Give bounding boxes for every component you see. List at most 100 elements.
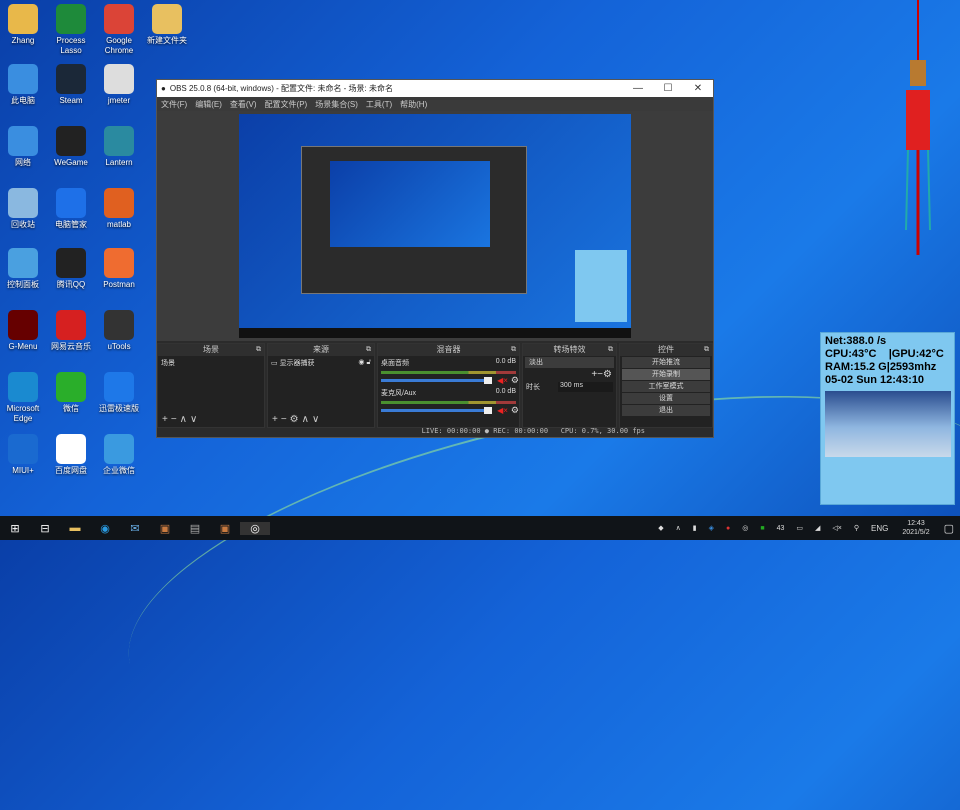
desktop-icon[interactable]: 此电脑 — [0, 64, 47, 106]
menu-scene-collection[interactable]: 场景集合(S) — [315, 99, 358, 110]
popout-icon[interactable]: ⧉ — [366, 344, 371, 356]
desktop-icon[interactable]: Postman — [95, 248, 143, 290]
transition-select[interactable]: 淡出 — [525, 357, 614, 368]
desktop-icon[interactable]: 腾讯QQ — [47, 248, 95, 290]
desktop-icon[interactable]: 新建文件夹 — [143, 4, 191, 46]
gear-icon[interactable]: ⚙ — [511, 405, 519, 416]
desktop-icon[interactable]: 电脑管家 — [47, 188, 95, 230]
desktop-icon-label: 新建文件夹 — [147, 36, 187, 45]
obs-taskbar-icon[interactable]: ◎ — [240, 521, 270, 535]
duration-label: 时长 — [526, 384, 540, 391]
source-toolbar[interactable]: +−⚙∧∨ — [272, 414, 322, 425]
scene-toolbar[interactable]: +−∧∨ — [162, 414, 200, 425]
task-view-icon[interactable]: ⊟ — [30, 522, 60, 535]
maximize-button[interactable]: ☐ — [653, 83, 683, 94]
volume-slider[interactable] — [381, 377, 493, 384]
language-indicator[interactable]: ENG — [871, 524, 888, 533]
popout-icon[interactable]: ⧉ — [511, 344, 516, 356]
desktop-icon-label: 腾讯QQ — [56, 280, 86, 289]
app-icon[interactable]: ▤ — [180, 522, 210, 535]
channel-db: 0.0 dB — [495, 388, 516, 395]
desktop-icon[interactable]: Google Chrome — [95, 4, 143, 56]
utools-icon — [104, 310, 134, 340]
studio-mode-button[interactable]: 工作室模式 — [622, 381, 710, 392]
minimize-button[interactable]: — — [623, 83, 653, 94]
desktop-icon[interactable]: Lantern — [95, 126, 143, 168]
mute-icon[interactable]: ◀× — [497, 406, 508, 415]
app-icon[interactable]: ▣ — [210, 522, 240, 535]
desktop-icon[interactable]: Steam — [47, 64, 95, 106]
process-lasso-tray-icon[interactable]: ■ — [760, 525, 764, 532]
menu-view[interactable]: 查看(V) — [230, 99, 257, 110]
clock[interactable]: 12:43 2021/5/2 — [902, 519, 929, 537]
transition-toolbar[interactable]: +−⚙ — [523, 369, 616, 380]
duration-input[interactable]: 300 ms — [558, 382, 613, 392]
desktop-icon[interactable]: WeGame — [47, 126, 95, 168]
matlab-icon — [104, 188, 134, 218]
settings-button[interactable]: 设置 — [622, 393, 710, 404]
menu-file[interactable]: 文件(F) — [161, 99, 187, 110]
desktop-icon[interactable]: 微信 — [47, 372, 95, 414]
gear-icon[interactable]: ⚙ — [511, 375, 519, 386]
chevron-up-icon[interactable]: ∧ — [676, 524, 681, 532]
shield-icon[interactable]: ◈ — [709, 524, 714, 532]
microphone-icon[interactable]: ▮ — [693, 524, 697, 532]
network-icon[interactable]: ⚲ — [854, 524, 859, 532]
scene-item[interactable]: 场景 — [158, 356, 264, 370]
start-recording-button[interactable]: 开始录制 — [622, 369, 710, 380]
file-explorer-icon[interactable]: ▬ — [60, 522, 90, 534]
desktop-icon[interactable]: matlab — [95, 188, 143, 230]
desktop-icon[interactable]: 回收站 — [0, 188, 47, 230]
wifi-icon[interactable]: ◢ — [815, 524, 820, 532]
notification-icon[interactable]: ▢ — [944, 522, 954, 535]
mute-icon[interactable]: ◀× — [497, 376, 508, 385]
menu-tools[interactable]: 工具(T) — [366, 99, 392, 110]
preview-canvas[interactable] — [239, 114, 631, 338]
desktop-icon[interactable]: 企业微信 — [95, 434, 143, 476]
app-tray-icon[interactable]: ◆ — [658, 524, 663, 532]
tray-badge[interactable]: 43 — [777, 525, 785, 532]
computer-icon — [8, 64, 38, 94]
desktop-icon[interactable]: 控制面板 — [0, 248, 47, 290]
app-tray-icon[interactable]: ● — [726, 525, 730, 532]
desktop-icon[interactable]: 网络 — [0, 126, 47, 168]
desktop-icon[interactable]: MIUI+ — [0, 434, 47, 476]
desktop-icon[interactable]: jmeter — [95, 64, 143, 106]
volume-muted-icon[interactable]: ◁× — [832, 524, 841, 532]
desktop-icon-label: 网易云音乐 — [51, 342, 91, 351]
battery-icon[interactable]: ▭ — [796, 524, 803, 532]
lock-icon[interactable]: 🔓︎ — [366, 359, 371, 366]
mail-icon[interactable]: ✉ — [120, 522, 150, 535]
desktop-icon-label: 企业微信 — [103, 466, 135, 475]
obs-tray-icon[interactable]: ◎ — [742, 524, 748, 532]
desktop-icon[interactable]: Process Lasso — [47, 4, 95, 56]
popout-icon[interactable]: ⧉ — [704, 344, 709, 356]
popout-icon[interactable]: ⧉ — [256, 344, 261, 356]
close-button[interactable]: ✕ — [683, 83, 713, 94]
desktop-icon[interactable]: 迅雷极速版 — [95, 372, 143, 414]
transitions-title: 转场特效 — [553, 345, 586, 354]
start-button[interactable]: ⊞ — [0, 522, 30, 535]
menu-help[interactable]: 帮助(H) — [400, 99, 427, 110]
desktop-icon[interactable]: uTools — [95, 310, 143, 352]
edge-icon[interactable]: ◉ — [90, 522, 120, 535]
menu-edit[interactable]: 编辑(E) — [195, 99, 222, 110]
menu-profile[interactable]: 配置文件(P) — [265, 99, 308, 110]
mixer-dock: 混音器 ⧉ 桌面音频 0.0 dB ◀× ⚙ 麦克风/Aux 0.0 dB ◀× ⚙ — [377, 343, 520, 428]
desktop-icon[interactable]: Microsoft Edge — [0, 372, 47, 424]
desktop-icon-label: 百度网盘 — [55, 466, 87, 475]
preview-area[interactable] — [157, 111, 713, 341]
popout-icon[interactable]: ⧉ — [608, 344, 613, 356]
desktop-icon-label: MIUI+ — [12, 466, 34, 475]
desktop-icon-label: uTools — [107, 342, 131, 351]
volume-slider[interactable] — [381, 407, 493, 414]
desktop-icon[interactable]: 网易云音乐 — [47, 310, 95, 352]
exit-button[interactable]: 退出 — [622, 405, 710, 416]
desktop-icon[interactable]: G-Menu — [0, 310, 47, 352]
desktop-icon[interactable]: Zhang — [0, 4, 47, 46]
eye-icon[interactable]: ◉ — [358, 359, 364, 366]
start-streaming-button[interactable]: 开始推流 — [622, 357, 710, 368]
source-item[interactable]: ▭ 显示器捕获 ◉ 🔓︎ — [268, 356, 374, 370]
app-icon[interactable]: ▣ — [150, 522, 180, 535]
desktop-icon[interactable]: 百度网盘 — [47, 434, 95, 476]
